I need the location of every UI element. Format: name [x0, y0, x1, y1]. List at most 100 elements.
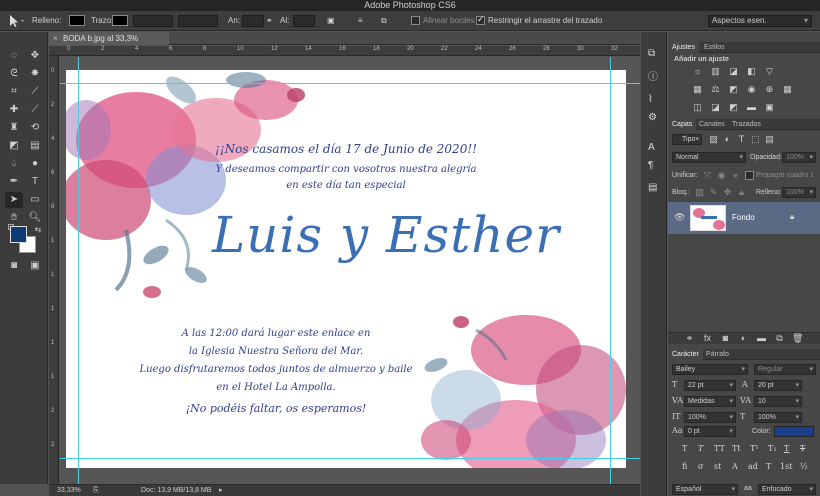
eyedropper-icon[interactable]: ⟋	[26, 84, 44, 100]
filter-shape-icon[interactable]: ⬚	[750, 134, 761, 145]
filter-smart-icon[interactable]: ▤	[764, 134, 775, 145]
lock-transparent-icon[interactable]: ▨	[694, 187, 705, 198]
swap-colors-icon[interactable]: ⇆	[29, 222, 47, 238]
hue-icon[interactable]: ▦	[692, 84, 703, 95]
path-ops-icon[interactable]: ▣	[327, 11, 335, 31]
magic-wand-icon[interactable]: ✸	[26, 66, 44, 82]
text-color-swatch[interactable]	[774, 426, 814, 437]
lasso-tool-icon[interactable]: ᘓ	[5, 66, 23, 82]
invert-icon[interactable]: ◫	[692, 102, 703, 113]
fill-swatch[interactable]	[69, 15, 85, 26]
gradient-map-icon[interactable]: ▬	[746, 102, 757, 113]
new-layer-icon[interactable]: ⧉	[774, 333, 785, 344]
unify-style-icon[interactable]: ⚹	[730, 170, 741, 181]
layer-row-fondo[interactable]: 👁︎ Fondo 🔒︎	[668, 202, 820, 234]
healing-brush-icon[interactable]: ✚	[5, 102, 23, 118]
guide-horizontal[interactable]	[60, 458, 640, 459]
stroke-type-field[interactable]	[178, 15, 218, 27]
notes-icon[interactable]: ▤	[648, 182, 657, 193]
layer-style-icon[interactable]: fx	[702, 333, 713, 344]
link-icon[interactable]: ⚭	[266, 11, 273, 31]
lock-position-icon[interactable]: ✥	[722, 187, 733, 198]
foreground-color-swatch[interactable]	[10, 226, 27, 243]
superscript-button[interactable]: T¹	[750, 444, 759, 453]
character-icon[interactable]: A	[648, 142, 655, 153]
lock-all-icon[interactable]: 🔒︎	[736, 187, 747, 198]
tab-capas[interactable]: Capas	[668, 119, 697, 130]
info-icon[interactable]: ⓘ	[648, 68, 658, 83]
chevron-right-icon[interactable]: ▸	[219, 485, 223, 496]
stylistic-button[interactable]: ad	[748, 462, 758, 471]
curves-icon[interactable]: ◪	[728, 66, 739, 77]
blend-mode-select[interactable]: Normal	[672, 152, 746, 163]
history-icon[interactable]: ⧉	[648, 48, 655, 59]
titling-button[interactable]: T	[766, 462, 771, 471]
dodge-tool-icon[interactable]: ●	[26, 156, 44, 172]
threshold-icon[interactable]: ◩	[728, 102, 739, 113]
all-caps-button[interactable]: TT	[714, 444, 725, 453]
new-group-icon[interactable]: ▬	[756, 333, 767, 344]
color-balance-icon[interactable]: ⚖	[710, 84, 721, 95]
filter-pixel-icon[interactable]: ▨	[708, 134, 719, 145]
tab-estilos[interactable]: Estilos	[700, 42, 729, 53]
type-tool-icon[interactable]: T	[26, 174, 44, 190]
brush-icon[interactable]: ⌇	[648, 94, 653, 105]
clone-source-icon[interactable]: ⚙	[648, 112, 657, 123]
blur-tool-icon[interactable]: 💧︎	[5, 156, 23, 172]
guide-horizontal[interactable]	[60, 83, 640, 84]
guide-vertical[interactable]	[610, 57, 611, 484]
tab-caracter[interactable]: Carácter	[668, 349, 703, 360]
photo-filter-icon[interactable]: ◉	[746, 84, 757, 95]
document-canvas[interactable]: ¡¡Nos casamos el día 17 de Junio de 2020…	[66, 70, 626, 468]
guide-vertical[interactable]	[78, 57, 79, 484]
adjustment-layer-icon[interactable]: ◐	[738, 333, 749, 344]
underline-button[interactable]: T	[784, 444, 789, 453]
lock-image-icon[interactable]: ✎	[708, 187, 719, 198]
tab-trazados[interactable]: Trazados	[728, 119, 765, 130]
marquee-tool-icon[interactable]: ◌	[5, 48, 23, 64]
vertical-scale-field[interactable]: 100%	[684, 412, 736, 423]
leading-field[interactable]: 20 pt	[754, 380, 802, 391]
screen-mode-icon[interactable]: ▣	[26, 258, 44, 274]
font-size-field[interactable]: 22 pt	[684, 380, 736, 391]
baseline-field[interactable]: 0 pt	[684, 426, 736, 437]
height-field[interactable]	[293, 15, 315, 27]
layer-name[interactable]: Fondo	[732, 213, 755, 222]
filter-type-icon[interactable]: T	[736, 134, 747, 145]
fractions-button[interactable]: ½	[800, 462, 808, 471]
contextual-button[interactable]: σ	[698, 462, 703, 471]
antialias-select[interactable]: Enfocado	[758, 484, 816, 495]
layer-mask-icon[interactable]: ◙	[720, 333, 731, 344]
fill-field[interactable]: 100%	[782, 187, 816, 198]
constrain-path-checkbox[interactable]	[476, 14, 485, 25]
tracking-field[interactable]: 10	[754, 396, 802, 407]
export-icon[interactable]: ⎘	[93, 485, 99, 496]
black-white-icon[interactable]: ◩	[728, 84, 739, 95]
posterize-icon[interactable]: ◪	[710, 102, 721, 113]
path-arrange-icon[interactable]: ⧉	[381, 11, 387, 31]
ordinals-button[interactable]: 1st	[780, 462, 792, 471]
layer-filter-select[interactable]: Tipo	[672, 134, 702, 145]
unify-position-icon[interactable]: ⤧	[702, 170, 713, 181]
faux-italic-button[interactable]: T	[698, 444, 703, 453]
link-layers-icon[interactable]: ⚭	[684, 333, 695, 344]
channel-mixer-icon[interactable]: ⊕	[764, 84, 775, 95]
language-select[interactable]: Español	[672, 484, 738, 495]
move-tool-icon[interactable]: ✥	[26, 48, 44, 64]
path-selection-tool-icon[interactable]: ➤	[5, 192, 23, 208]
tab-parrafo[interactable]: Párrafo	[702, 349, 733, 360]
tab-ajustes[interactable]: Ajustes	[668, 42, 699, 53]
opacity-field[interactable]: 100%	[782, 152, 816, 163]
brightness-icon[interactable]: ☼	[692, 66, 703, 77]
swash-button[interactable]: A	[732, 462, 738, 471]
workspace-select[interactable]: Aspectos esen. ▾	[708, 15, 812, 27]
kerning-field[interactable]: Medidas	[684, 396, 736, 407]
align-edges-checkbox[interactable]	[411, 16, 420, 25]
brush-tool-icon[interactable]: ⟋	[26, 102, 44, 118]
pen-tool-icon[interactable]: ✒︎	[5, 174, 23, 190]
width-field[interactable]	[242, 15, 264, 27]
font-style-select[interactable]: Regular	[754, 364, 816, 375]
doc-size[interactable]: Doc: 13,9 MB/13,8 MB	[141, 485, 211, 496]
strikethrough-button[interactable]: T	[800, 444, 805, 453]
faux-bold-button[interactable]: T	[682, 444, 687, 453]
